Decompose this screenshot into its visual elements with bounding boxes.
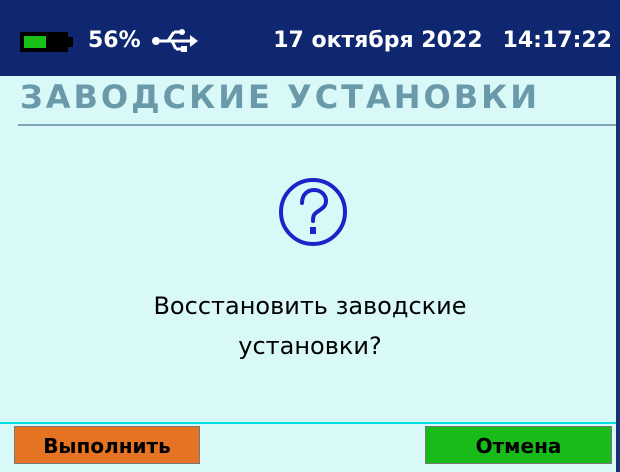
usb-icon [152,29,198,52]
device-screen: 56% 17 октября 2022 14:17:22 ЗАВОДСКИЕ УС… [0,0,620,472]
date-time: 17 октября 2022 14:17:22 [273,28,612,54]
bottom-divider [0,422,620,424]
confirmation-message: Восстановить заводские установки? [60,286,560,366]
battery-level-fill [24,36,47,48]
right-edge-border [616,76,620,472]
status-bar: 56% 17 октября 2022 14:17:22 [0,0,620,76]
page-title: ЗАВОДСКИЕ УСТАНОВКИ [20,78,541,116]
time-text: 14:17:22 [502,28,612,53]
execute-button[interactable]: Выполнить [14,426,200,464]
battery-tip [67,37,73,47]
title-divider [18,124,620,126]
battery-icon [20,32,68,52]
battery-percent: 56% [88,28,141,53]
question-circle-icon [279,178,347,246]
date-text: 17 октября 2022 [273,28,483,53]
cancel-button[interactable]: Отмена [425,426,612,464]
message-line-1: Восстановить заводские [153,292,467,320]
message-line-2: установки? [238,332,382,360]
